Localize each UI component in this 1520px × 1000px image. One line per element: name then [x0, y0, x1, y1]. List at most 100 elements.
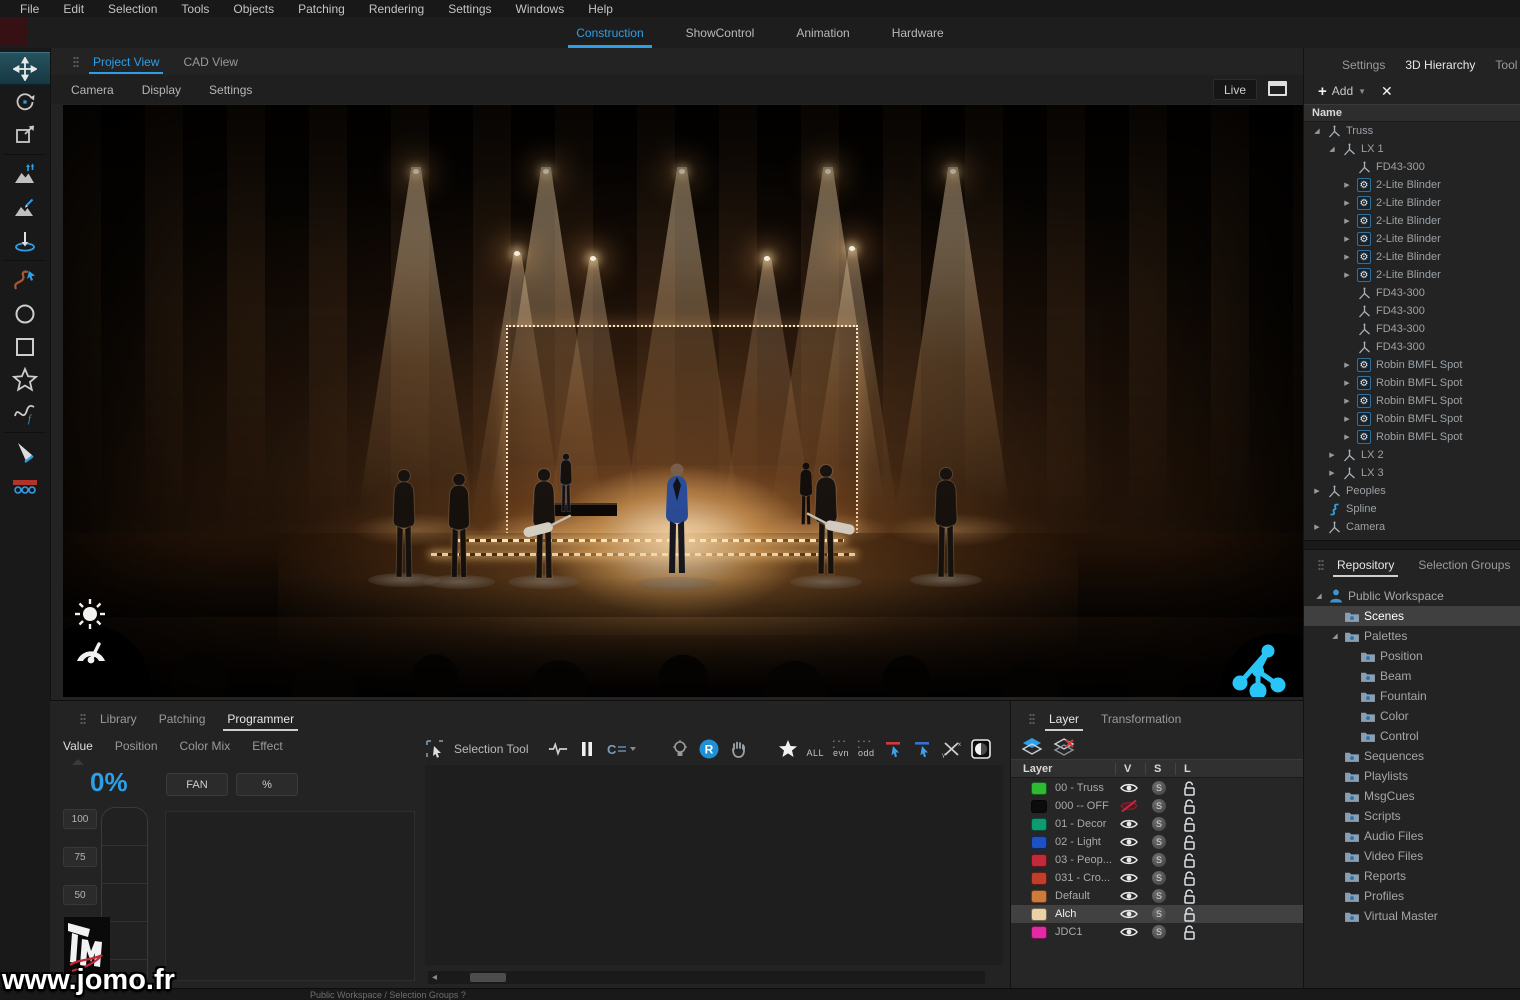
- repository-item[interactable]: Palettes: [1304, 626, 1520, 646]
- visibility-toggle[interactable]: [1120, 781, 1138, 795]
- repository-item[interactable]: Profiles: [1304, 886, 1520, 906]
- chevron-down-icon[interactable]: ▼: [1358, 87, 1366, 96]
- render-mode-icon[interactable]: R: [699, 739, 719, 759]
- repository-item[interactable]: Scripts: [1304, 806, 1520, 826]
- hierarchy-item[interactable]: ⚙ 2-Lite Blinder: [1304, 176, 1520, 194]
- expand-arrow-icon[interactable]: [1342, 271, 1352, 279]
- layer-row[interactable]: 02 - Light S: [1011, 833, 1304, 851]
- solo-badge[interactable]: S: [1152, 781, 1166, 795]
- menu-item[interactable]: Settings: [436, 2, 503, 16]
- layer-color-swatch[interactable]: [1031, 926, 1047, 939]
- workspace-tab[interactable]: ShowControl: [684, 22, 757, 44]
- beam-cone-tool[interactable]: [0, 436, 50, 469]
- hierarchy-item[interactable]: ⚙ Truss: [1304, 122, 1520, 140]
- hierarchy-item[interactable]: ⚙ Peoples: [1304, 482, 1520, 500]
- curve-function-tool[interactable]: f: [0, 396, 50, 429]
- terrain-raise-tool[interactable]: [0, 158, 50, 191]
- hierarchy-item[interactable]: ⚙ 2-Lite Blinder: [1304, 248, 1520, 266]
- delete-layer-icon[interactable]: [1053, 737, 1075, 760]
- scroll-left-arrow[interactable]: ◂: [428, 972, 441, 983]
- visibility-toggle[interactable]: [1120, 835, 1138, 849]
- solo-badge[interactable]: S: [1152, 889, 1166, 903]
- menu-item[interactable]: Windows: [504, 2, 577, 16]
- repository-tab[interactable]: Repository: [1333, 555, 1398, 575]
- expand-arrow-icon[interactable]: [1312, 487, 1322, 495]
- panel-divider[interactable]: [1304, 540, 1520, 550]
- view-tab[interactable]: CAD View: [179, 52, 241, 72]
- select-even-button[interactable]: evn: [833, 741, 849, 758]
- fan-button[interactable]: FAN: [166, 773, 228, 796]
- fader-mark-button[interactable]: 100: [63, 809, 97, 829]
- live-button[interactable]: Live: [1213, 79, 1257, 100]
- panel-grip[interactable]: [1318, 559, 1324, 571]
- menu-item[interactable]: File: [8, 2, 51, 16]
- waveform-icon[interactable]: [548, 739, 568, 759]
- solo-badge[interactable]: S: [1152, 907, 1166, 921]
- repository-item[interactable]: Playlists: [1304, 766, 1520, 786]
- select-odd-button[interactable]: odd: [858, 741, 875, 758]
- repository-item[interactable]: Audio Files: [1304, 826, 1520, 846]
- layer-color-swatch[interactable]: [1031, 872, 1047, 885]
- selection-tool-icon[interactable]: [425, 739, 445, 759]
- solo-badge[interactable]: S: [1152, 925, 1166, 939]
- layer-row[interactable]: 03 - Peop... S: [1011, 851, 1304, 869]
- layer-row[interactable]: 000 -- OFF S: [1011, 797, 1304, 815]
- lock-toggle[interactable]: [1183, 907, 1197, 922]
- lock-toggle[interactable]: [1183, 817, 1197, 832]
- hierarchy-item[interactable]: ⚙ Robin BMFL Spot: [1304, 392, 1520, 410]
- solo-badge[interactable]: S: [1152, 853, 1166, 867]
- expand-arrow-icon[interactable]: [1330, 632, 1340, 640]
- layer-color-swatch[interactable]: [1031, 818, 1047, 831]
- repository-item[interactable]: Fountain: [1304, 686, 1520, 706]
- open-external-tool[interactable]: [0, 118, 50, 151]
- programmer-subtab[interactable]: Color Mix: [180, 739, 231, 753]
- visibility-toggle[interactable]: [1120, 799, 1138, 813]
- lock-toggle[interactable]: [1183, 781, 1197, 796]
- layer-color-swatch[interactable]: [1031, 854, 1047, 867]
- layer-color-swatch[interactable]: [1031, 800, 1047, 813]
- render-speed-gauge-icon[interactable]: [73, 635, 109, 665]
- menu-item[interactable]: Objects: [221, 2, 286, 16]
- truss-builder-tool[interactable]: [0, 469, 50, 502]
- expand-arrow-icon[interactable]: [1314, 592, 1324, 600]
- expand-arrow-icon[interactable]: [1342, 181, 1352, 189]
- expand-arrow-icon[interactable]: [1342, 199, 1352, 207]
- detach-window-icon[interactable]: [1268, 81, 1287, 96]
- repository-item[interactable]: MsgCues: [1304, 786, 1520, 806]
- programmer-subtab[interactable]: Effect: [252, 739, 282, 753]
- hierarchy-item[interactable]: ⚙ FD43-300: [1304, 158, 1520, 176]
- expand-arrow-icon[interactable]: [1342, 235, 1352, 243]
- panel-grip[interactable]: [73, 56, 79, 68]
- fader-mark-button[interactable]: 75: [63, 847, 97, 867]
- visibility-toggle[interactable]: [1120, 817, 1138, 831]
- repository-item[interactable]: Color: [1304, 706, 1520, 726]
- viewport-menu-item[interactable]: Display: [142, 83, 181, 97]
- layer-row[interactable]: 031 - Cro... S: [1011, 869, 1304, 887]
- expand-arrow-icon[interactable]: [1342, 379, 1352, 387]
- layer-row[interactable]: 01 - Decor S: [1011, 815, 1304, 833]
- repository-item[interactable]: Public Workspace: [1304, 586, 1520, 606]
- menu-item[interactable]: Patching: [286, 2, 357, 16]
- solo-badge[interactable]: S: [1152, 817, 1166, 831]
- pause-icon[interactable]: [577, 739, 597, 759]
- layer-row[interactable]: JDC1 S: [1011, 923, 1304, 941]
- visibility-toggle[interactable]: [1120, 925, 1138, 939]
- programmer-subtab[interactable]: Position: [115, 739, 158, 753]
- delete-object-icon[interactable]: ✕: [1381, 83, 1393, 100]
- add-object-button[interactable]: Add: [1332, 84, 1353, 98]
- workspace-tab[interactable]: Hardware: [890, 22, 946, 44]
- repository-item[interactable]: Beam: [1304, 666, 1520, 686]
- workspace-tab[interactable]: Animation: [794, 22, 851, 44]
- solo-badge[interactable]: S: [1152, 799, 1166, 813]
- menu-item[interactable]: Tools: [169, 2, 221, 16]
- hierarchy-item[interactable]: ⚙ FD43-300: [1304, 302, 1520, 320]
- expand-arrow-icon[interactable]: [1342, 433, 1352, 441]
- hierarchy-item[interactable]: ⚙ Robin BMFL Spot: [1304, 356, 1520, 374]
- sun-brightness-icon[interactable]: [73, 597, 107, 631]
- highlight-bulb-icon[interactable]: [670, 739, 690, 759]
- grab-hand-icon[interactable]: [728, 739, 748, 759]
- viewport-menu-item[interactable]: Settings: [209, 83, 252, 97]
- contrast-display-icon[interactable]: [971, 739, 991, 759]
- view-tab[interactable]: Project View: [89, 52, 163, 72]
- hierarchy-item[interactable]: ⚙ 2-Lite Blinder: [1304, 230, 1520, 248]
